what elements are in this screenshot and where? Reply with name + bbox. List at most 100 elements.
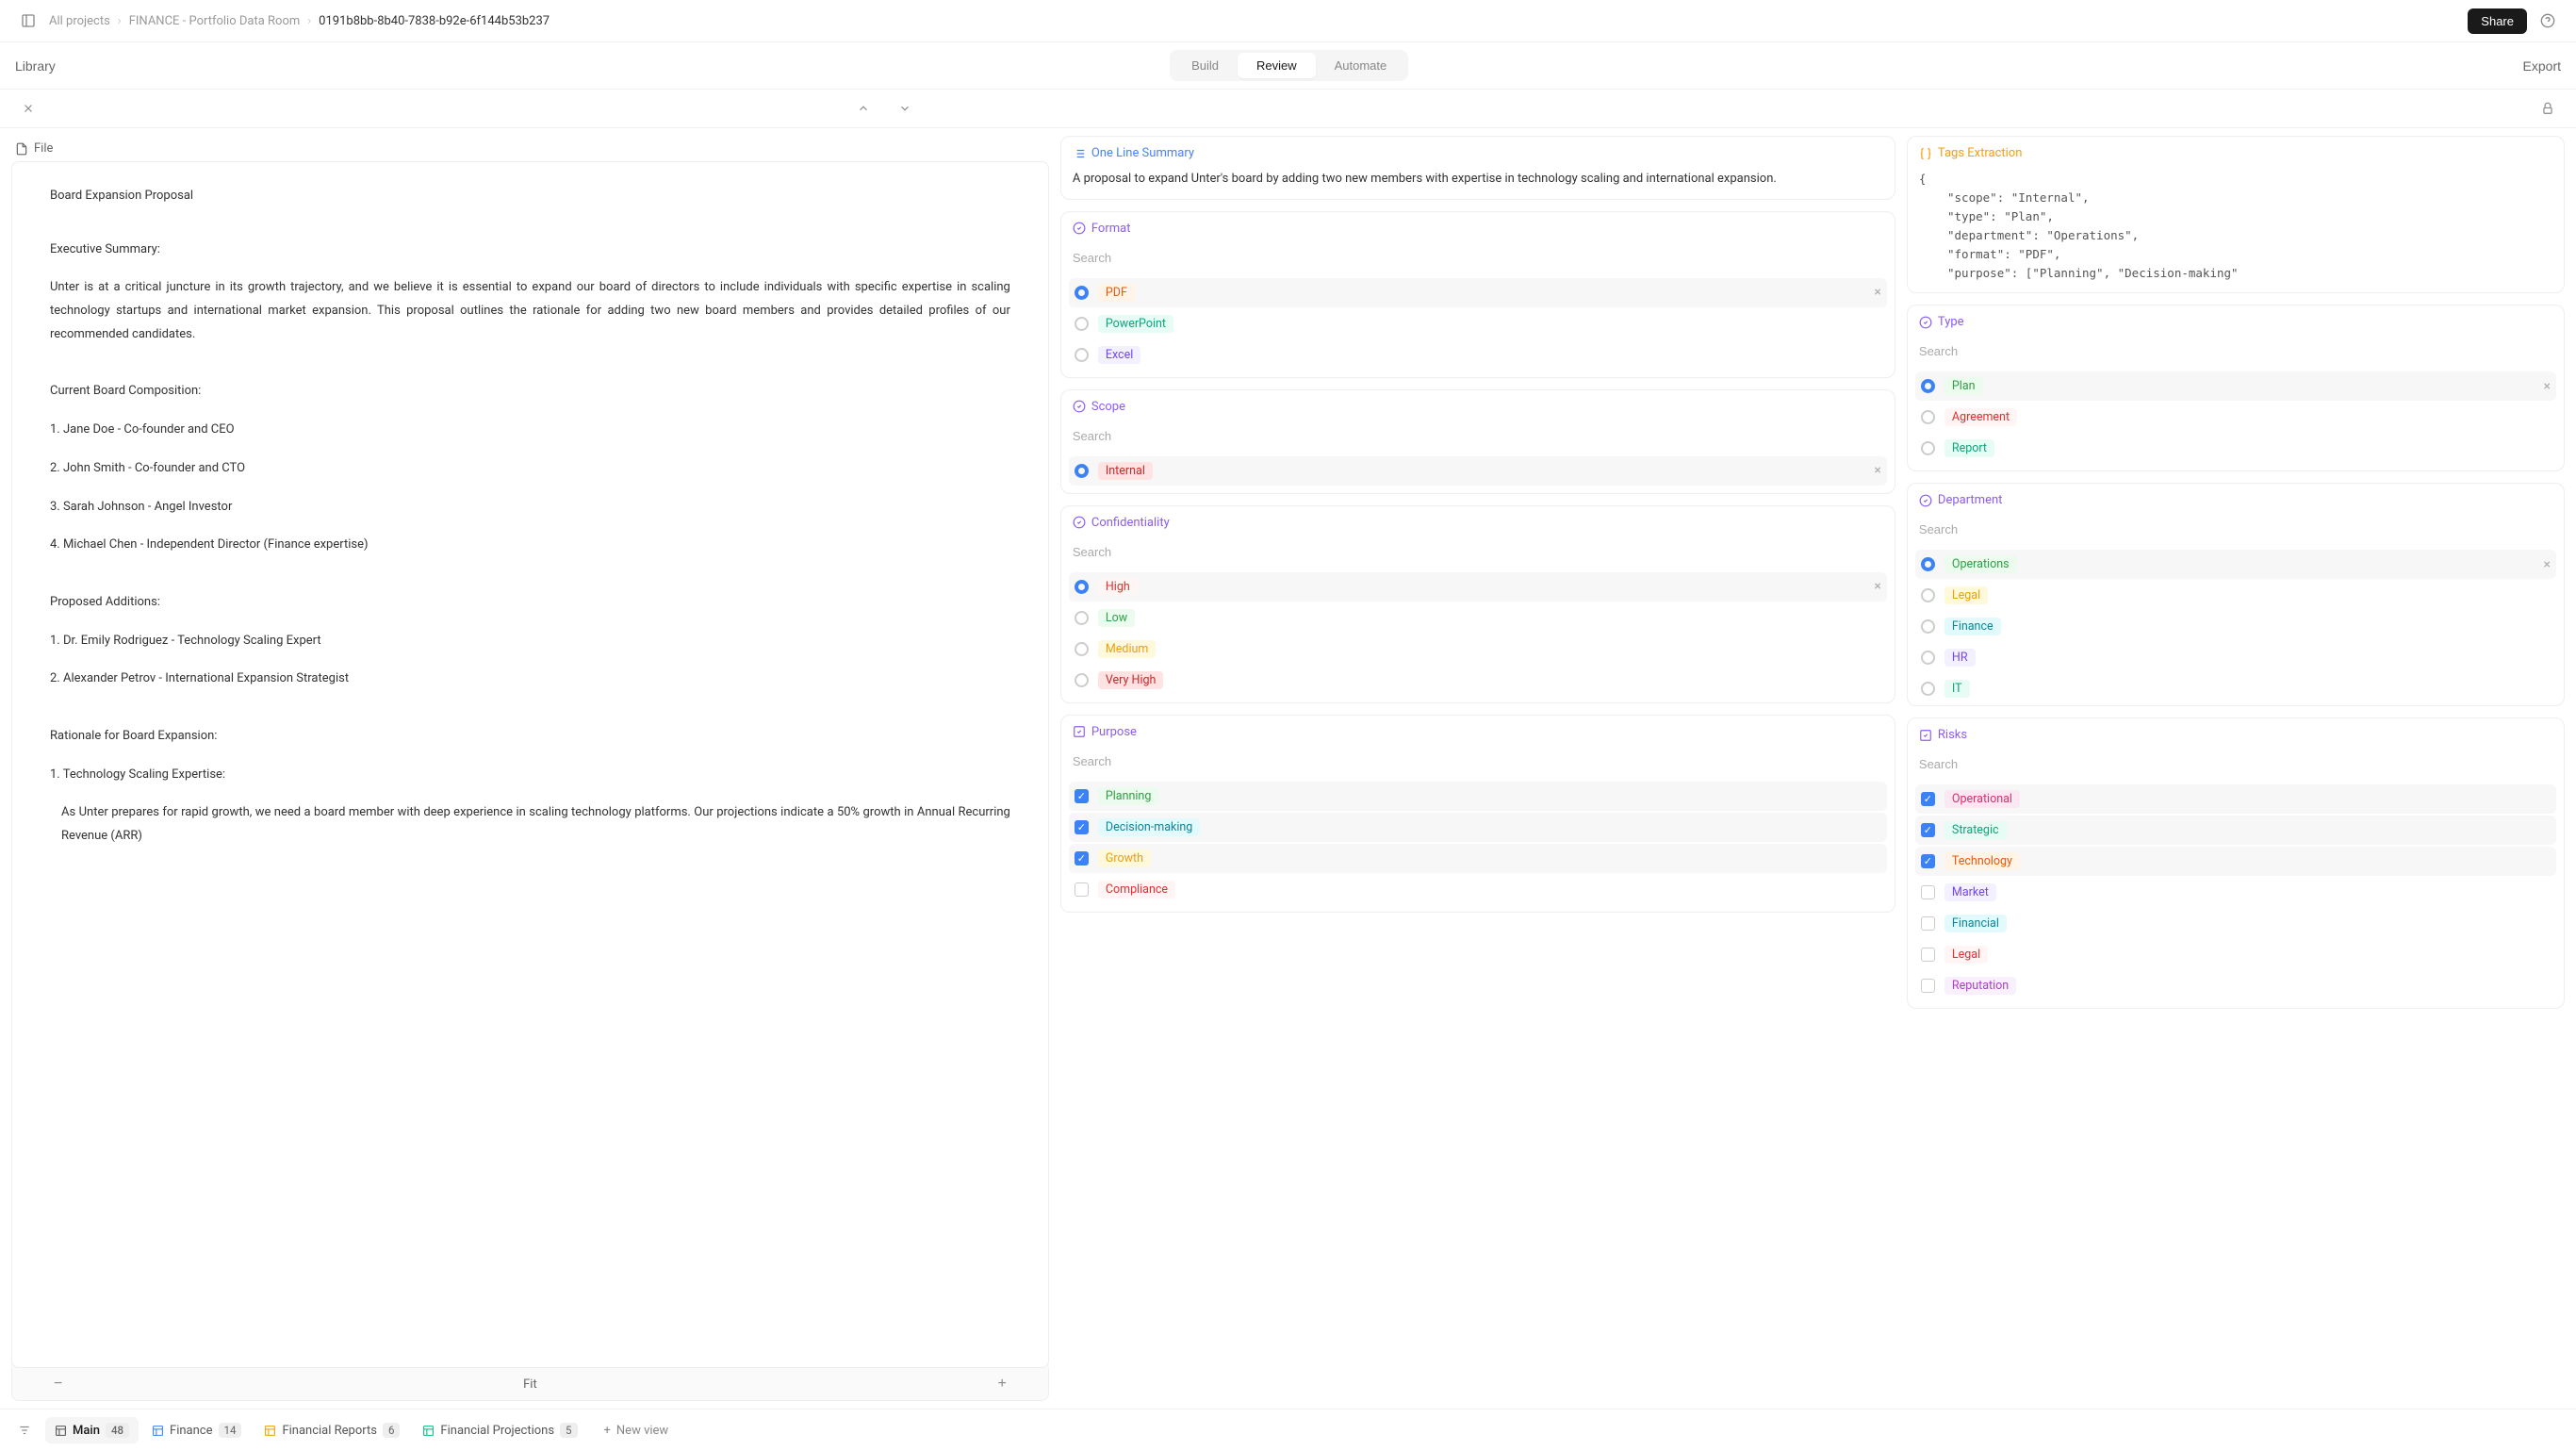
checkbox-input[interactable] bbox=[1921, 979, 1935, 993]
checkbox-input[interactable] bbox=[1075, 820, 1089, 834]
option-row[interactable]: Legal bbox=[1915, 940, 2556, 969]
exec-text: Unter is at a critical juncture in its g… bbox=[50, 276, 1010, 346]
radio-input[interactable] bbox=[1075, 673, 1089, 687]
option-row[interactable]: High × bbox=[1069, 572, 1887, 602]
option-row[interactable]: PDF× bbox=[1069, 278, 1887, 307]
option-row[interactable]: Growth bbox=[1069, 844, 1887, 873]
option-tag: Decision-making bbox=[1098, 818, 1200, 836]
clear-icon[interactable]: × bbox=[1874, 579, 1880, 594]
checkbox-input[interactable] bbox=[1921, 823, 1935, 837]
zoom-fit-label[interactable]: Fit bbox=[523, 1377, 537, 1392]
option-tag: HR bbox=[1944, 649, 1976, 667]
option-row[interactable]: HR bbox=[1915, 643, 2556, 672]
clear-icon[interactable]: × bbox=[1874, 463, 1880, 478]
radio-input[interactable] bbox=[1075, 464, 1089, 478]
checkbox-input[interactable] bbox=[1075, 789, 1089, 803]
breadcrumb-root[interactable]: All projects bbox=[49, 14, 110, 28]
clear-icon[interactable]: × bbox=[2544, 557, 2551, 572]
option-row[interactable]: Medium bbox=[1069, 635, 1887, 664]
checkbox-input[interactable] bbox=[1075, 851, 1089, 866]
radio-input[interactable] bbox=[1921, 619, 1935, 634]
checkbox-input[interactable] bbox=[1921, 916, 1935, 931]
sidebar-toggle[interactable] bbox=[15, 8, 41, 34]
checkbox-input[interactable] bbox=[1921, 792, 1935, 806]
tab-build[interactable]: Build bbox=[1173, 53, 1238, 78]
file-viewer[interactable]: Board Expansion Proposal Executive Summa… bbox=[11, 161, 1049, 1368]
type-search[interactable] bbox=[1919, 338, 2552, 364]
radio-input[interactable] bbox=[1075, 317, 1089, 331]
radio-input[interactable] bbox=[1075, 286, 1089, 300]
proposed-item: 2. Alexander Petrov - International Expa… bbox=[50, 668, 1010, 691]
help-button[interactable] bbox=[2535, 8, 2561, 34]
option-row[interactable]: Finance bbox=[1915, 612, 2556, 641]
purpose-search[interactable] bbox=[1073, 749, 1883, 774]
format-search[interactable] bbox=[1073, 245, 1883, 271]
option-row[interactable]: Agreement bbox=[1915, 403, 2556, 432]
option-row[interactable]: Excel bbox=[1069, 340, 1887, 370]
option-row[interactable]: Plan× bbox=[1915, 371, 2556, 401]
clear-icon[interactable]: × bbox=[2544, 379, 2551, 394]
option-row[interactable]: Market bbox=[1915, 878, 2556, 907]
tab-automate[interactable]: Automate bbox=[1316, 53, 1406, 78]
lock-button[interactable] bbox=[2535, 95, 2561, 122]
radio-input[interactable] bbox=[1921, 410, 1935, 424]
mid-column: One Line Summary A proposal to expand Un… bbox=[1060, 136, 1895, 1401]
option-row[interactable]: PowerPoint bbox=[1069, 309, 1887, 338]
confidentiality-search[interactable] bbox=[1073, 539, 1883, 565]
share-button[interactable]: Share bbox=[2468, 8, 2527, 34]
radio-input[interactable] bbox=[1921, 441, 1935, 455]
option-tag: Growth bbox=[1098, 849, 1151, 867]
library-button[interactable]: Library bbox=[15, 58, 56, 74]
new-view-button[interactable]: + New view bbox=[595, 1418, 679, 1443]
option-tag: Medium bbox=[1098, 640, 1156, 658]
option-row[interactable]: Reputation bbox=[1915, 971, 2556, 1000]
radio-input[interactable] bbox=[1921, 651, 1935, 665]
radio-input[interactable] bbox=[1075, 580, 1089, 594]
option-row[interactable]: Legal bbox=[1915, 581, 2556, 610]
option-tag: High bbox=[1098, 578, 1138, 596]
radio-input[interactable] bbox=[1075, 611, 1089, 625]
filter-button[interactable] bbox=[11, 1417, 38, 1443]
option-row[interactable]: Operational bbox=[1915, 784, 2556, 814]
close-button[interactable] bbox=[15, 95, 41, 122]
current-item: 3. Sarah Johnson - Angel Investor bbox=[50, 496, 1010, 519]
radio-input[interactable] bbox=[1921, 588, 1935, 602]
radio-input[interactable] bbox=[1075, 642, 1089, 656]
department-search[interactable] bbox=[1919, 517, 2552, 542]
option-row[interactable]: Low bbox=[1069, 603, 1887, 633]
tab-review[interactable]: Review bbox=[1238, 53, 1316, 78]
option-row[interactable]: Operations× bbox=[1915, 550, 2556, 579]
option-row[interactable]: Compliance bbox=[1069, 875, 1887, 904]
option-row[interactable]: Planning bbox=[1069, 782, 1887, 811]
radio-input[interactable] bbox=[1921, 557, 1935, 571]
view-tab[interactable]: Financial Reports6 bbox=[254, 1417, 409, 1443]
breadcrumb-project[interactable]: FINANCE - Portfolio Data Room bbox=[129, 14, 301, 28]
checkbox-input[interactable] bbox=[1921, 948, 1935, 962]
option-row[interactable]: Financial bbox=[1915, 909, 2556, 938]
checkbox-input[interactable] bbox=[1921, 885, 1935, 899]
zoom-in-button[interactable]: + bbox=[979, 1376, 1025, 1393]
zoom-out-button[interactable]: − bbox=[35, 1376, 81, 1393]
risks-search[interactable] bbox=[1919, 751, 2552, 777]
export-button[interactable]: Export bbox=[2523, 58, 2561, 74]
option-row[interactable]: Internal× bbox=[1069, 456, 1887, 486]
scope-search[interactable] bbox=[1073, 423, 1883, 449]
option-row[interactable]: Strategic bbox=[1915, 816, 2556, 845]
prev-button[interactable] bbox=[850, 95, 877, 122]
option-row[interactable]: Report bbox=[1915, 434, 2556, 463]
radio-input[interactable] bbox=[1921, 379, 1935, 393]
checkbox-input[interactable] bbox=[1075, 882, 1089, 897]
view-tab[interactable]: Financial Projections5 bbox=[413, 1417, 586, 1443]
option-row[interactable]: Decision-making bbox=[1069, 813, 1887, 842]
option-row[interactable]: Technology bbox=[1915, 847, 2556, 876]
option-row[interactable]: IT bbox=[1915, 674, 2556, 703]
clear-icon[interactable]: × bbox=[1874, 285, 1880, 300]
checkbox-input[interactable] bbox=[1921, 854, 1935, 868]
view-tab[interactable]: Finance14 bbox=[142, 1417, 251, 1443]
view-tab[interactable]: Main48 bbox=[45, 1417, 139, 1443]
summary-header-label: One Line Summary bbox=[1091, 146, 1194, 160]
next-button[interactable] bbox=[892, 95, 918, 122]
option-row[interactable]: Very High bbox=[1069, 666, 1887, 695]
radio-input[interactable] bbox=[1921, 682, 1935, 696]
radio-input[interactable] bbox=[1075, 348, 1089, 362]
